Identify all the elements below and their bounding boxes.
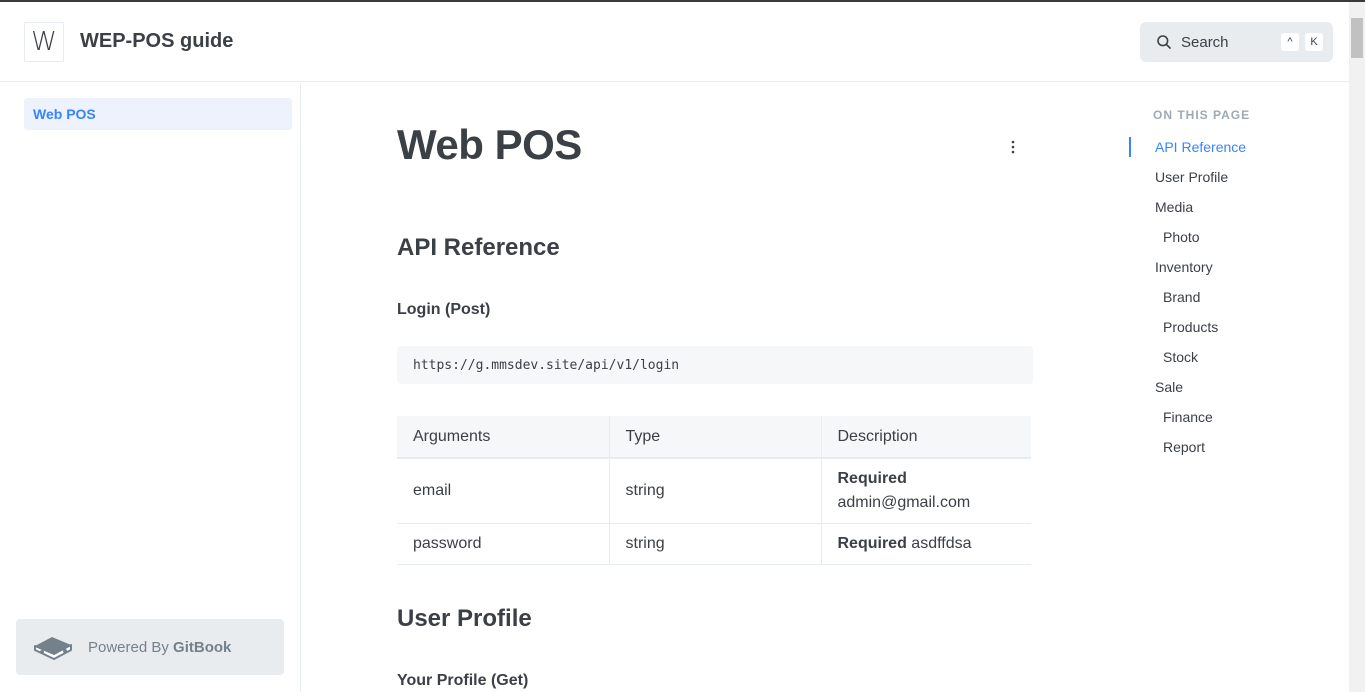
toc-item-api-reference[interactable]: API Reference bbox=[1155, 139, 1246, 155]
search-icon bbox=[1156, 34, 1172, 50]
table-header-description: Description bbox=[820, 416, 1031, 459]
cell-description: Required asdffdsa bbox=[820, 523, 1031, 565]
example-value: admin@gmail.com bbox=[837, 493, 971, 511]
toc-item-stock[interactable]: Stock bbox=[1163, 349, 1198, 365]
powered-by-gitbook-link[interactable]: Powered By GitBook bbox=[16, 619, 284, 675]
more-vertical-icon bbox=[1011, 140, 1015, 154]
gitbook-logo-icon bbox=[32, 632, 74, 662]
shortcut-k-key: K bbox=[1305, 33, 1323, 51]
page-scrollbar[interactable] bbox=[1349, 2, 1365, 692]
toc-item-brand[interactable]: Brand bbox=[1163, 289, 1200, 305]
toc-item-report[interactable]: Report bbox=[1163, 439, 1205, 455]
on-this-page-toc: ON THIS PAGE API Reference User Profile … bbox=[1128, 83, 1343, 483]
sidebar: Web POS Powered By GitBook bbox=[0, 83, 301, 692]
toc-active-indicator bbox=[1129, 137, 1131, 157]
toc-item-products[interactable]: Products bbox=[1163, 319, 1218, 335]
shortcut-ctrl-key: ^ bbox=[1281, 33, 1299, 51]
heading-your-profile-get: Your Profile (Get) bbox=[397, 672, 529, 689]
sidebar-item-web-pos[interactable]: Web POS bbox=[24, 98, 292, 130]
site-title[interactable]: WEP-POS guide bbox=[80, 30, 233, 53]
gitbook-brand: GitBook bbox=[173, 638, 232, 656]
table-row: email string Required admin@gmail.com bbox=[397, 458, 1031, 524]
search-button[interactable]: Search ^ K bbox=[1140, 22, 1333, 62]
cell-description: Required admin@gmail.com bbox=[820, 458, 1031, 524]
toc-item-photo[interactable]: Photo bbox=[1163, 229, 1200, 245]
table-header-type: Type bbox=[608, 416, 821, 459]
scrollbar-thumb[interactable] bbox=[1351, 18, 1363, 58]
cell-argument: password bbox=[397, 523, 609, 565]
main-content: Web POS API Reference Login (Post) https… bbox=[397, 83, 1037, 692]
table-row: password string Required asdffdsa bbox=[397, 523, 1031, 565]
search-label: Search bbox=[1181, 33, 1229, 51]
toc-item-user-profile[interactable]: User Profile bbox=[1155, 169, 1228, 185]
heading-login-post: Login (Post) bbox=[397, 301, 491, 318]
toc-item-finance[interactable]: Finance bbox=[1163, 409, 1213, 425]
arguments-table: Arguments Type Description email string … bbox=[397, 416, 1031, 565]
cell-argument: email bbox=[397, 458, 609, 524]
required-label: Required bbox=[837, 534, 907, 552]
code-block-login-url[interactable]: https://g.mmsdev.site/api/v1/login bbox=[397, 346, 1033, 384]
required-label: Required bbox=[837, 469, 907, 487]
cell-type: string bbox=[608, 458, 821, 524]
heading-api-reference: API Reference bbox=[397, 234, 560, 261]
page-title: Web POS bbox=[397, 121, 582, 168]
toc-item-inventory[interactable]: Inventory bbox=[1155, 259, 1213, 275]
toc-heading: ON THIS PAGE bbox=[1153, 108, 1251, 122]
heading-user-profile: User Profile bbox=[397, 605, 532, 632]
header: W WEP-POS guide Search ^ K bbox=[0, 2, 1349, 82]
toc-item-media[interactable]: Media bbox=[1155, 199, 1193, 215]
page-actions-button[interactable] bbox=[1001, 135, 1025, 159]
example-value: asdffdsa bbox=[911, 534, 972, 552]
toc-item-sale[interactable]: Sale bbox=[1155, 379, 1183, 395]
space-logo[interactable]: W bbox=[24, 22, 64, 62]
table-header-arguments: Arguments bbox=[397, 416, 609, 459]
cell-type: string bbox=[608, 523, 821, 565]
powered-by-label: Powered By GitBook bbox=[88, 638, 232, 656]
